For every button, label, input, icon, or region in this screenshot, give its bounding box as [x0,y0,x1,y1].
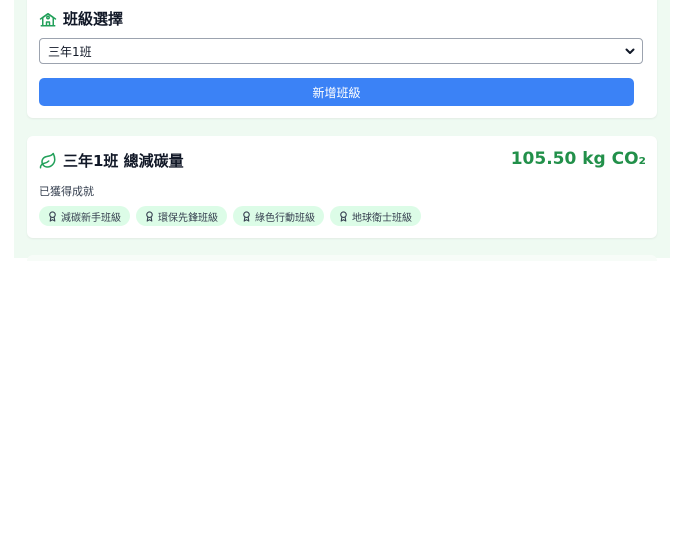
school-icon [39,10,57,28]
award-icon [241,210,252,222]
achievement-badges: 減碳新手班級 環保先鋒班級 綠色行動班級 地球衛士班級 [39,206,421,226]
achievement-label: 減碳新手班級 [61,212,121,224]
achievements-label: 已獲得成就 [39,185,94,198]
selected-class-value: 三年1班 [48,44,92,59]
achievement-label: 地球衛士班級 [352,212,412,224]
total-reduction-card: 三年1班 總減碳量 105.50 kg CO₂ 已獲得成就 減碳新手班級 環保先… [27,136,657,238]
chevron-down-icon [624,45,636,57]
class-select-card: 班級選擇 三年1班 新增班級 [27,0,657,118]
award-icon [338,210,349,222]
achievement-label: 環保先鋒班級 [158,212,218,224]
achievement-badge: 環保先鋒班級 [136,206,227,226]
award-icon [47,210,58,222]
achievement-badge: 綠色行動班級 [233,206,324,226]
award-icon [144,210,155,222]
add-class-button[interactable]: 新增班級 [39,78,634,106]
class-select-header: 班級選擇 [39,8,123,29]
leaf-icon [39,152,57,170]
achievement-label: 綠色行動班級 [255,212,315,224]
total-reduction-value: 105.50 kg CO₂ [510,149,646,169]
total-header: 三年1班 總減碳量 [39,150,184,171]
total-title: 三年1班 總減碳量 [63,152,184,170]
class-select-dropdown[interactable]: 三年1班 [39,38,643,64]
next-card-edge [27,255,657,261]
class-select-title: 班級選擇 [63,10,124,28]
achievement-badge: 地球衛士班級 [330,206,421,226]
achievement-badge: 減碳新手班級 [39,206,130,226]
